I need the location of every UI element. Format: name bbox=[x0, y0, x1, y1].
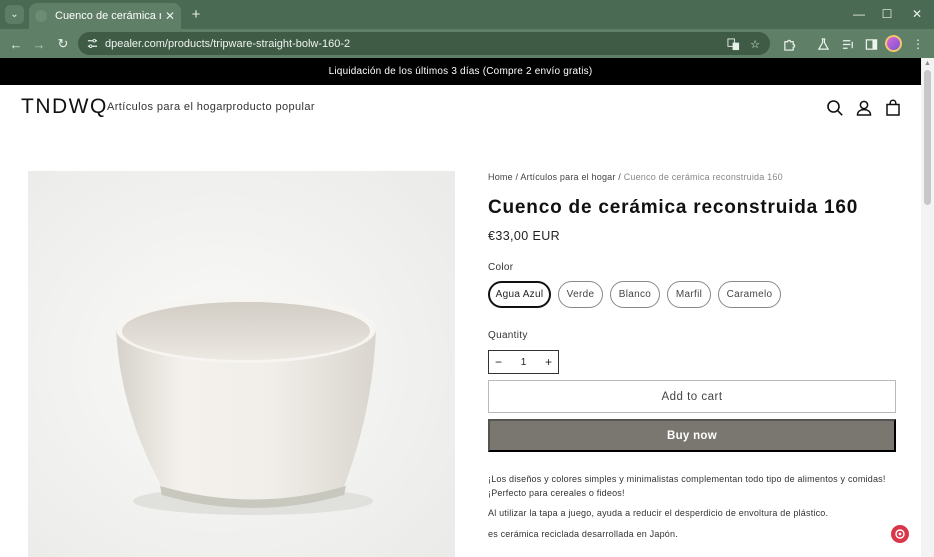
product-title: Cuenco de cerámica reconstruida 160 bbox=[488, 197, 859, 218]
close-window-button[interactable]: ✕ bbox=[908, 5, 926, 23]
tab-search-chevron-icon[interactable]: ⌄ bbox=[5, 5, 24, 24]
browser-tab-active[interactable]: Cuenco de cerámica reconstrui ✕ bbox=[29, 3, 181, 29]
quantity-label: Quantity bbox=[488, 330, 528, 341]
back-button[interactable]: ← bbox=[5, 33, 27, 55]
store-logo[interactable]: TNDWQ bbox=[21, 95, 108, 119]
address-bar[interactable]: dpealer.com/products/tripware-straight-b… bbox=[78, 32, 770, 55]
color-option-caramelo[interactable]: Caramelo bbox=[718, 281, 781, 308]
product-description-paragraph: ¡Los diseños y colores simples y minimal… bbox=[488, 474, 886, 498]
tab-close-icon[interactable]: ✕ bbox=[165, 9, 175, 23]
account-icon[interactable] bbox=[854, 98, 874, 118]
side-panel-icon[interactable] bbox=[861, 34, 881, 54]
translate-icon[interactable] bbox=[724, 35, 742, 53]
scrollbar-thumb[interactable] bbox=[924, 70, 931, 205]
quantity-input[interactable]: 1 bbox=[521, 357, 527, 368]
site-info-icon[interactable] bbox=[84, 36, 100, 52]
breadcrumb-category-link[interactable]: Artículos para el hogar bbox=[520, 172, 615, 182]
chat-widget-icon[interactable] bbox=[891, 525, 909, 543]
browser-menu-icon[interactable]: ⋮ bbox=[908, 34, 928, 54]
product-price: €33,00 EUR bbox=[488, 229, 561, 243]
minimize-button[interactable]: — bbox=[850, 5, 868, 23]
quantity-decrease-button[interactable]: − bbox=[495, 355, 502, 369]
bookmark-star-icon[interactable]: ☆ bbox=[746, 35, 764, 53]
color-option-verde[interactable]: Verde bbox=[558, 281, 603, 308]
extensions-puzzle-icon[interactable] bbox=[779, 34, 799, 54]
nav-link-home-goods[interactable]: Artículos para el hogar bbox=[107, 101, 227, 113]
tab-favicon-icon bbox=[35, 10, 47, 22]
maximize-button[interactable]: ☐ bbox=[878, 5, 896, 23]
quantity-stepper: − 1 + bbox=[488, 350, 559, 374]
scroll-up-arrow-icon[interactable]: ▲ bbox=[924, 60, 931, 67]
url-text: dpealer.com/products/tripware-straight-b… bbox=[105, 37, 351, 50]
breadcrumb-current: Cuenco de cerámica reconstruida 160 bbox=[623, 172, 783, 182]
search-icon[interactable] bbox=[825, 98, 845, 118]
breadcrumb-separator: / bbox=[615, 172, 624, 182]
browser-tab-bar: ⌄ Cuenco de cerámica reconstrui ✕ + — ☐ … bbox=[0, 0, 934, 29]
browser-toolbar: ← → ↻ dpealer.com/products/tripware-stra… bbox=[0, 29, 934, 58]
reload-button[interactable]: ↻ bbox=[52, 33, 74, 55]
ceramic-bowl-image bbox=[28, 171, 455, 557]
color-label: Color bbox=[488, 262, 514, 273]
labs-flask-icon[interactable] bbox=[813, 34, 833, 54]
buy-now-button[interactable]: Buy now bbox=[488, 419, 896, 452]
breadcrumb-home-link[interactable]: Home bbox=[488, 172, 513, 182]
product-image[interactable] bbox=[28, 171, 455, 557]
color-option-blanco[interactable]: Blanco bbox=[610, 281, 660, 308]
profile-avatar[interactable] bbox=[885, 35, 902, 52]
add-to-cart-button[interactable]: Add to cart bbox=[488, 380, 896, 413]
color-options: Agua Azul Verde Blanco Marfil Caramelo bbox=[488, 281, 788, 308]
color-option-agua-azul[interactable]: Agua Azul bbox=[488, 281, 551, 308]
product-description-paragraph: es cerámica reciclada desarrollada en Ja… bbox=[488, 529, 678, 539]
cart-bag-icon[interactable] bbox=[883, 98, 903, 118]
quantity-increase-button[interactable]: + bbox=[545, 355, 552, 369]
tab-title: Cuenco de cerámica reconstrui bbox=[55, 10, 161, 22]
new-tab-button[interactable]: + bbox=[187, 5, 205, 23]
breadcrumb: Home / Artículos para el hogar / Cuenco … bbox=[488, 172, 783, 182]
product-description-paragraph: Al utilizar la tapa a juego, ayuda a red… bbox=[488, 508, 829, 518]
page-scrollbar[interactable]: ▲ bbox=[921, 58, 934, 557]
forward-button[interactable]: → bbox=[28, 33, 50, 55]
nav-link-popular[interactable]: producto popular bbox=[226, 101, 315, 113]
color-option-marfil[interactable]: Marfil bbox=[667, 281, 711, 308]
media-playlist-icon[interactable] bbox=[838, 34, 858, 54]
announcement-bar: Liquidación de los últimos 3 días (Compr… bbox=[0, 58, 921, 85]
